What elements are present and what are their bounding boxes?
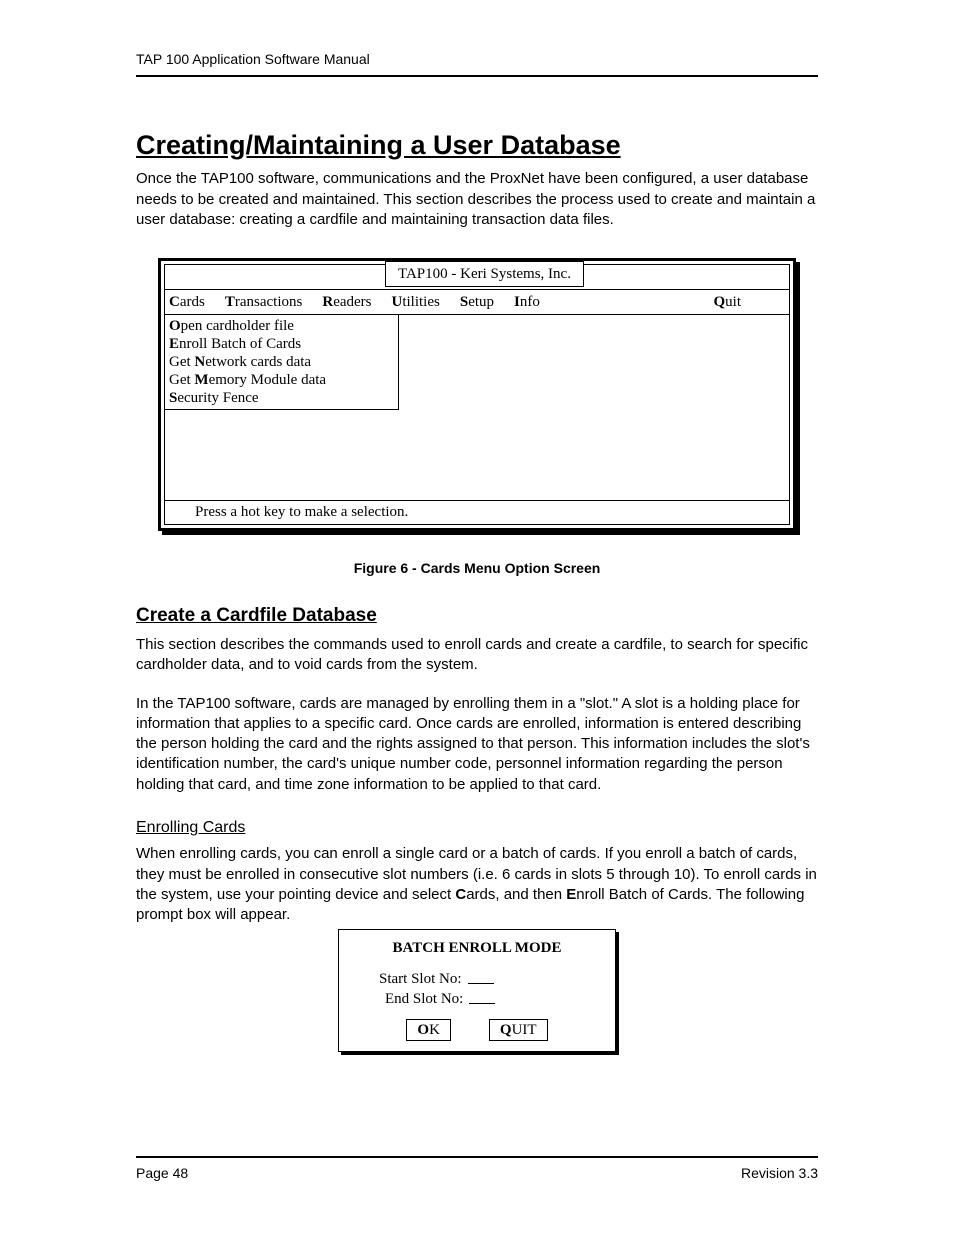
window-title-bar: TAP100 - Keri Systems, Inc. — [165, 265, 789, 290]
menu-item-security-fence[interactable]: Security Fence — [169, 389, 394, 407]
page-number: Page 48 — [136, 1164, 188, 1183]
menu-info[interactable]: Info — [514, 292, 540, 312]
menu-item-network-cards[interactable]: Get Network cards data — [169, 353, 394, 371]
start-slot-label: Start Slot No: — [379, 969, 462, 989]
window-title: TAP100 - Keri Systems, Inc. — [385, 261, 584, 287]
dialog-title: BATCH ENROLL MODE — [349, 938, 605, 958]
menu-cards[interactable]: Cards — [169, 292, 205, 312]
end-slot-input[interactable] — [469, 989, 495, 1004]
section3-p1: When enrolling cards, you can enroll a s… — [136, 844, 818, 925]
section-create-cardfile-title: Create a Cardfile Database — [136, 603, 818, 629]
menubar: Cards Transactions Readers Utilities Set… — [165, 290, 789, 315]
section2-p2: In the TAP100 software, cards are manage… — [136, 694, 818, 795]
section-enrolling-cards-title: Enrolling Cards — [136, 817, 818, 839]
menu-setup[interactable]: Setup — [460, 292, 494, 312]
page-footer: Page 48 Revision 3.3 — [136, 1156, 818, 1183]
end-slot-label: End Slot No: — [379, 989, 463, 1009]
intro-paragraph: Once the TAP100 software, communications… — [136, 169, 818, 230]
menu-utilities[interactable]: Utilities — [392, 292, 440, 312]
cards-dropdown: Open cardholder file Enroll Batch of Car… — [164, 314, 399, 410]
status-bar: Press a hot key to make a selection. — [165, 500, 789, 523]
section2-p1: This section describes the commands used… — [136, 635, 818, 676]
quit-button[interactable]: QUIT — [489, 1019, 548, 1041]
page-title: Creating/Maintaining a User Database — [136, 127, 818, 163]
start-slot-input[interactable] — [468, 969, 494, 984]
menu-item-memory-module[interactable]: Get Memory Module data — [169, 371, 394, 389]
figure-caption: Figure 6 - Cards Menu Option Screen — [136, 559, 818, 578]
cards-menu-screenshot: TAP100 - Keri Systems, Inc. Cards Transa… — [158, 258, 796, 531]
menu-readers[interactable]: Readers — [322, 292, 371, 312]
menu-item-open-cardholder[interactable]: Open cardholder file — [169, 317, 394, 335]
ok-button[interactable]: OK — [406, 1019, 451, 1041]
menu-item-enroll-batch[interactable]: Enroll Batch of Cards — [169, 335, 394, 353]
revision: Revision 3.3 — [741, 1164, 818, 1183]
menu-quit[interactable]: Quit — [713, 292, 741, 312]
running-header: TAP 100 Application Software Manual — [136, 50, 818, 77]
batch-enroll-dialog: BATCH ENROLL MODE Start Slot No: End Slo… — [338, 929, 616, 1052]
menu-transactions[interactable]: Transactions — [225, 292, 303, 312]
